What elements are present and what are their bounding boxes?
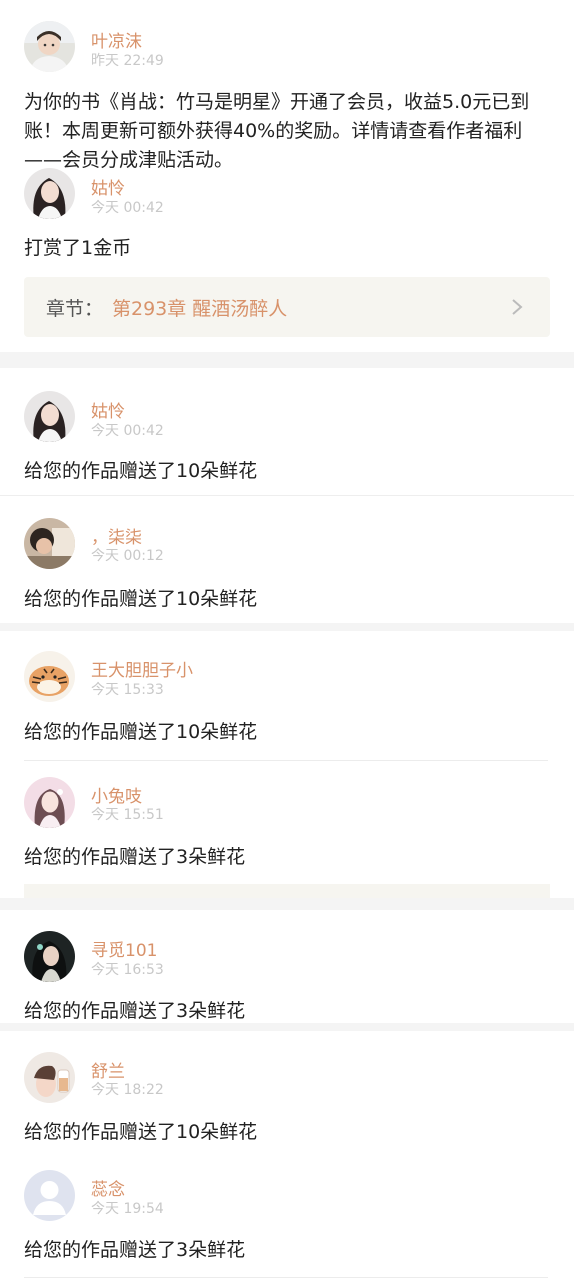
notification-message: 给您的作品赠送了3朵鲜花 [24, 1000, 246, 1022]
username[interactable]: 姑怜 [91, 174, 125, 199]
notification-message: 给您的作品赠送了3朵鲜花 [24, 1239, 246, 1261]
notification-message: 给您的作品赠送了10朵鲜花 [24, 1121, 258, 1143]
avatar[interactable] [24, 777, 75, 828]
timestamp: 今天 16:53 [91, 962, 164, 978]
avatar[interactable] [24, 21, 75, 72]
row-divider [24, 1277, 548, 1278]
notification-message: 给您的作品赠送了10朵鲜花 [24, 460, 258, 482]
avatar[interactable] [24, 1052, 75, 1103]
username[interactable]: 姑怜 [91, 397, 125, 422]
section-separator [0, 898, 574, 910]
username[interactable]: 寻觅101 [91, 936, 157, 961]
chapter-title: 第293章 醒酒汤醉人 [112, 298, 288, 320]
timestamp: 昨天 22:49 [91, 53, 164, 69]
section-separator [0, 623, 574, 631]
timestamp: 今天 15:51 [91, 807, 164, 823]
row-divider [24, 760, 548, 761]
timestamp: 今天 15:33 [91, 682, 164, 698]
username[interactable]: 王大胆胆子小 [91, 656, 193, 681]
timestamp: 今天 00:12 [91, 548, 164, 564]
avatar[interactable] [24, 931, 75, 982]
avatar[interactable] [24, 1170, 75, 1221]
notification-message: 打赏了1金币 [24, 237, 132, 259]
section-separator [0, 352, 574, 368]
notification-message: 为你的书《肖战：竹马是明星》开通了会员，收益5.0元已到账！本周更新可额外获得4… [24, 91, 530, 171]
chapter-box-partial [24, 884, 550, 898]
chapter-label: 章节： [46, 298, 104, 320]
avatar[interactable] [24, 391, 75, 442]
notification-message: 给您的作品赠送了10朵鲜花 [24, 588, 258, 610]
avatar[interactable] [24, 168, 75, 219]
avatar[interactable] [24, 518, 75, 569]
timestamp: 今天 00:42 [91, 200, 164, 216]
username[interactable]: 蕊念 [91, 1175, 125, 1200]
avatar[interactable] [24, 651, 75, 702]
username[interactable]: 叶凉沫 [91, 27, 142, 52]
timestamp: 今天 19:54 [91, 1201, 164, 1217]
row-divider [0, 495, 574, 496]
notification-message: 给您的作品赠送了3朵鲜花 [24, 846, 246, 868]
chapter-link[interactable]: 章节： 第293章 醒酒汤醉人 [24, 277, 550, 337]
timestamp: 今天 18:22 [91, 1082, 164, 1098]
chevron-right-icon [508, 297, 526, 317]
timestamp: 今天 00:42 [91, 423, 164, 439]
notification-message: 给您的作品赠送了10朵鲜花 [24, 721, 258, 743]
